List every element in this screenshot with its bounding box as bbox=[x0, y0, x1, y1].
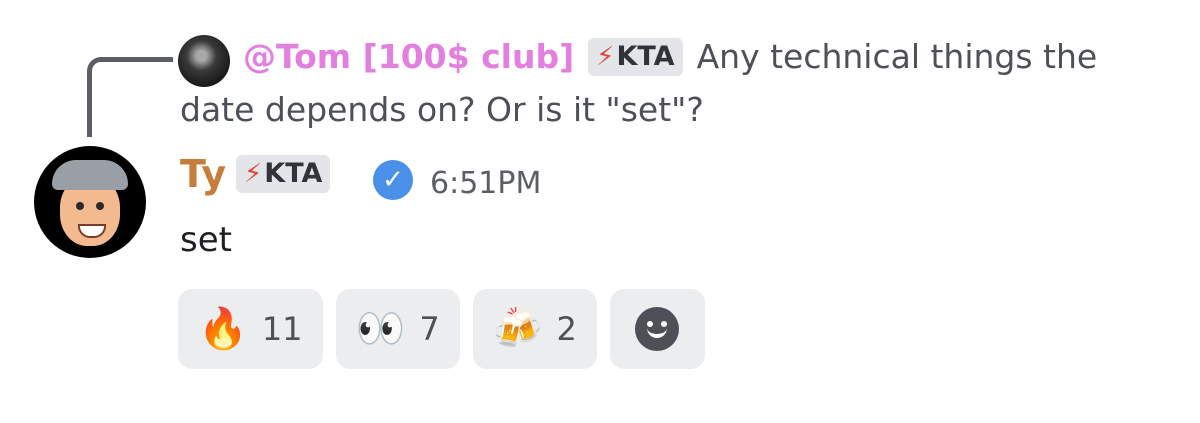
avatar-cap bbox=[52, 160, 128, 190]
verified-check-icon: ✓ bbox=[373, 160, 413, 200]
reaction-beers[interactable]: 🍻 2 bbox=[472, 289, 597, 369]
reply-tag-label: KTA bbox=[616, 41, 675, 72]
username[interactable]: Ty bbox=[180, 152, 226, 196]
reply-mention[interactable]: @Tom [100$ club] bbox=[243, 37, 574, 76]
reactions-bar: 🔥 11 👀 7 🍻 2 bbox=[178, 289, 705, 369]
eyes-icon: 👀 bbox=[355, 306, 406, 352]
bolt-icon: ⚡ bbox=[596, 42, 615, 72]
user-tag: ⚡KTA bbox=[236, 155, 331, 193]
reaction-count: 7 bbox=[419, 310, 440, 348]
reply-spine bbox=[87, 57, 173, 137]
reply-text-line1: Any technical things the bbox=[696, 37, 1098, 76]
fire-icon: 🔥 bbox=[198, 306, 248, 352]
reply-text-line2: date depends on? Or is it "set"? bbox=[180, 90, 704, 129]
reply-preview[interactable]: @Tom [100$ club] ⚡KTA Any technical things… bbox=[243, 32, 1163, 82]
message-content: set bbox=[180, 220, 232, 260]
avatar-eye-right bbox=[96, 202, 104, 210]
beers-icon: 🍻 bbox=[492, 306, 543, 352]
reaction-count: 2 bbox=[556, 310, 577, 348]
avatar[interactable] bbox=[34, 146, 146, 258]
reply-tag: ⚡KTA bbox=[588, 38, 683, 76]
user-tag-label: KTA bbox=[264, 158, 323, 189]
reaction-eyes[interactable]: 👀 7 bbox=[335, 289, 460, 369]
bolt-icon: ⚡ bbox=[244, 159, 263, 189]
add-reaction-button[interactable] bbox=[609, 289, 705, 369]
reply-avatar[interactable] bbox=[178, 35, 230, 87]
avatar-eye-left bbox=[76, 202, 84, 210]
smiley-icon bbox=[635, 307, 680, 351]
reaction-count: 11 bbox=[261, 310, 303, 348]
reaction-fire[interactable]: 🔥 11 bbox=[178, 289, 323, 369]
timestamp[interactable]: 6:51PM bbox=[430, 166, 541, 201]
